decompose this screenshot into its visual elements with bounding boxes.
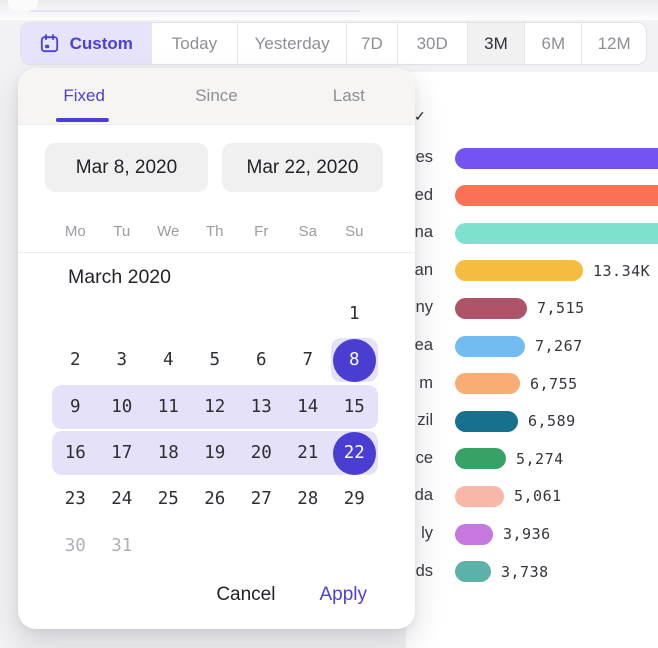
screenshot-root: ✓ esednaan13.34Kny7,515ea7,267m6,755zil6… bbox=[0, 0, 658, 648]
range-start-circle: 8 bbox=[333, 339, 376, 382]
day-25[interactable]: 25 bbox=[145, 476, 192, 522]
day-5[interactable]: 5 bbox=[192, 337, 239, 383]
chart-value: 3,936 bbox=[503, 525, 551, 543]
weekday-sa: Sa bbox=[285, 223, 332, 243]
day-29[interactable]: 29 bbox=[331, 476, 378, 522]
calendar-week-row: 1 bbox=[52, 291, 378, 337]
chart-bar bbox=[455, 148, 658, 169]
calendar-week-row: 2345678 bbox=[52, 337, 378, 383]
day-7[interactable]: 7 bbox=[285, 337, 332, 383]
day-21[interactable]: 21 bbox=[285, 430, 332, 476]
day-17[interactable]: 17 bbox=[99, 430, 146, 476]
day-12[interactable]: 12 bbox=[192, 384, 239, 430]
calendar-grid: 1234567891011121314151617181920212223242… bbox=[52, 291, 378, 569]
day-8[interactable]: 8 bbox=[331, 337, 378, 383]
end-date-input[interactable]: Mar 22, 2020 bbox=[222, 143, 383, 192]
day-30[interactable]: 30 bbox=[52, 523, 99, 569]
day-28[interactable]: 28 bbox=[285, 476, 332, 522]
day-19[interactable]: 19 bbox=[192, 430, 239, 476]
weekday-fr: Fr bbox=[238, 223, 285, 243]
day-13[interactable]: 13 bbox=[238, 384, 285, 430]
calendar-divider bbox=[18, 252, 415, 253]
custom-range-label: Custom bbox=[70, 34, 133, 54]
date-picker-tabs: Fixed Since Last bbox=[18, 68, 415, 125]
weekday-mo: Mo bbox=[52, 223, 99, 243]
chart-value: 6,589 bbox=[528, 412, 576, 430]
start-date-input[interactable]: Mar 8, 2020 bbox=[45, 143, 208, 192]
day-3[interactable]: 3 bbox=[99, 337, 146, 383]
chart-bar bbox=[455, 524, 493, 545]
day-1[interactable]: 1 bbox=[331, 291, 378, 337]
calendar-week-row: 16171819202122 bbox=[52, 430, 378, 476]
active-tab-indicator bbox=[56, 118, 109, 122]
preset-3m[interactable]: 3M bbox=[467, 23, 525, 64]
day-27[interactable]: 27 bbox=[238, 476, 285, 522]
tab-label: Last bbox=[333, 86, 365, 106]
day-31[interactable]: 31 bbox=[99, 523, 146, 569]
day-24[interactable]: 24 bbox=[99, 476, 146, 522]
chart-bar bbox=[455, 561, 491, 582]
calendar-icon bbox=[39, 33, 60, 54]
chart-bar bbox=[455, 223, 658, 244]
chart-bar bbox=[455, 336, 525, 357]
weekday-su: Su bbox=[331, 223, 378, 243]
weekday-we: We bbox=[145, 223, 192, 243]
chart-value: 13.34K bbox=[593, 262, 650, 280]
chart-bar bbox=[455, 185, 658, 206]
date-range-toolbar: Custom TodayYesterday7D30D3M6M12M bbox=[20, 22, 647, 65]
cancel-button[interactable]: Cancel bbox=[216, 582, 275, 608]
calendar-week-row: 9101112131415 bbox=[52, 384, 378, 430]
day-10[interactable]: 10 bbox=[99, 384, 146, 430]
preset-12m[interactable]: 12M bbox=[581, 23, 646, 64]
chart-bar bbox=[455, 260, 583, 281]
apply-button[interactable]: Apply bbox=[319, 582, 367, 608]
chart-value: 7,267 bbox=[535, 337, 583, 355]
popup-footer: Cancel Apply bbox=[216, 582, 367, 608]
tab-since[interactable]: Since bbox=[150, 68, 282, 124]
day-11[interactable]: 11 bbox=[145, 384, 192, 430]
chart-value: 5,061 bbox=[514, 487, 562, 505]
preset-7d[interactable]: 7D bbox=[346, 23, 397, 64]
tab-last[interactable]: Last bbox=[283, 68, 415, 124]
tab-label: Since bbox=[195, 86, 238, 106]
calendar-week-row: 3031 bbox=[52, 523, 378, 569]
day-14[interactable]: 14 bbox=[285, 384, 332, 430]
chart-value: 3,738 bbox=[501, 563, 549, 581]
day-16[interactable]: 16 bbox=[52, 430, 99, 476]
day-2[interactable]: 2 bbox=[52, 337, 99, 383]
chart-bar bbox=[455, 373, 520, 394]
month-title: March 2020 bbox=[68, 266, 171, 289]
preset-today[interactable]: Today bbox=[151, 23, 238, 64]
weekday-th: Th bbox=[192, 223, 239, 243]
range-end-circle: 22 bbox=[333, 432, 376, 475]
chart-bar bbox=[455, 298, 527, 319]
calendar-week-row: 23242526272829 bbox=[52, 476, 378, 522]
preset-yesterday[interactable]: Yesterday bbox=[237, 23, 346, 64]
tab-fixed[interactable]: Fixed bbox=[18, 68, 150, 124]
day-4[interactable]: 4 bbox=[145, 337, 192, 383]
weekday-header: MoTuWeThFrSaSu bbox=[52, 223, 378, 243]
day-26[interactable]: 26 bbox=[192, 476, 239, 522]
day-9[interactable]: 9 bbox=[52, 384, 99, 430]
day-20[interactable]: 20 bbox=[238, 430, 285, 476]
tab-label: Fixed bbox=[63, 86, 105, 106]
day-22[interactable]: 22 bbox=[331, 430, 378, 476]
chart-bar bbox=[455, 486, 504, 507]
day-18[interactable]: 18 bbox=[145, 430, 192, 476]
chart-value: 6,755 bbox=[530, 375, 578, 393]
weekday-tu: Tu bbox=[99, 223, 146, 243]
day-23[interactable]: 23 bbox=[52, 476, 99, 522]
preset-6m[interactable]: 6M bbox=[524, 23, 581, 64]
date-picker-popup: FixedSinceLast Mar 8, 2020 Mar 22, 2020 … bbox=[18, 68, 415, 629]
chart-value: 5,274 bbox=[516, 450, 564, 468]
chart-value: 7,515 bbox=[537, 299, 585, 317]
chart-bar bbox=[455, 448, 506, 469]
custom-range-button[interactable]: Custom bbox=[21, 23, 151, 64]
day-15[interactable]: 15 bbox=[331, 384, 378, 430]
day-6[interactable]: 6 bbox=[238, 337, 285, 383]
preset-30d[interactable]: 30D bbox=[397, 23, 467, 64]
chart-bar bbox=[455, 411, 518, 432]
